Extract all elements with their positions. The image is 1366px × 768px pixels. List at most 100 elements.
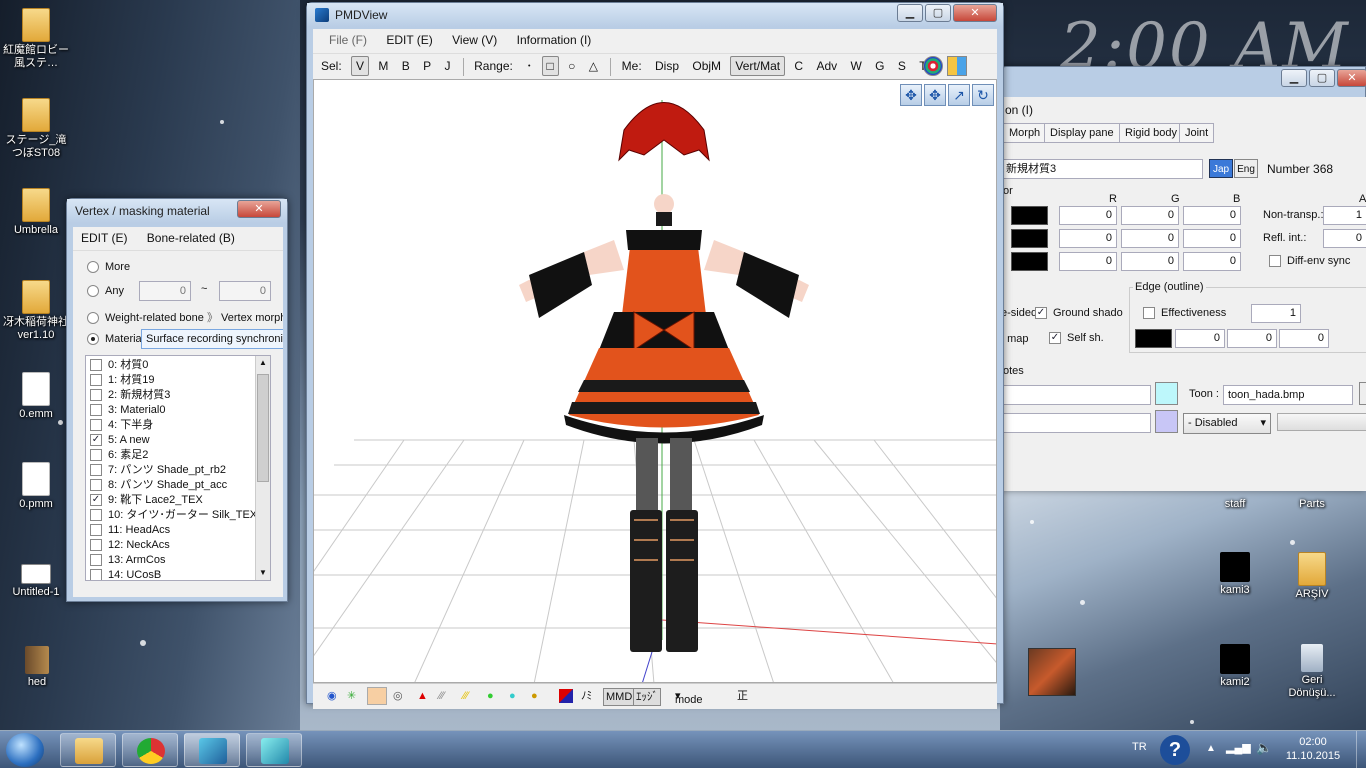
close-button[interactable]: ✕ xyxy=(1337,69,1366,87)
scroll-down-icon[interactable]: ▼ xyxy=(257,567,269,579)
coordinate-toggle-icon[interactable] xyxy=(923,56,943,76)
checkbox-box[interactable] xyxy=(90,404,102,417)
edge-color-swatch[interactable] xyxy=(1135,329,1172,348)
taskbar-chrome[interactable] xyxy=(122,733,178,767)
checkbox-box[interactable] xyxy=(90,419,102,432)
me-vertmat-button[interactable]: Vert/Mat xyxy=(730,56,786,76)
desktop-icon-book[interactable]: hed xyxy=(2,646,72,689)
taskbar-explorer[interactable] xyxy=(60,733,116,767)
ambient-b-field[interactable]: 0 xyxy=(1183,252,1241,271)
specular-r-field[interactable]: 0 xyxy=(1059,229,1117,248)
me-s-button[interactable]: S xyxy=(894,56,910,76)
checkbox-box[interactable] xyxy=(90,389,102,402)
normal-icon[interactable]: ✳ xyxy=(347,688,356,704)
rigid-icon[interactable]: ⁄⁄⁄ xyxy=(463,688,469,704)
toon-color-swatch[interactable] xyxy=(1155,382,1178,405)
checkbox-box[interactable] xyxy=(90,464,102,477)
sel-vertex-button[interactable]: V xyxy=(351,56,370,76)
ik-icon[interactable]: ⁄⁄⁄ xyxy=(439,688,445,704)
checkbox-box[interactable] xyxy=(90,554,102,567)
language-indicator[interactable]: TR xyxy=(1132,741,1147,753)
menu-information[interactable]: on (I) xyxy=(1005,99,1033,121)
edge-size-field[interactable]: 1 xyxy=(1251,304,1301,323)
list-item[interactable]: 11: HeadAcs xyxy=(90,523,270,538)
move-axis-icon[interactable]: ✥ xyxy=(924,84,946,106)
checkbox-box[interactable] xyxy=(90,569,102,580)
apply-button[interactable] xyxy=(1277,413,1366,431)
softbody-icon[interactable]: ● xyxy=(531,688,538,704)
range-triangle-button[interactable]: △ xyxy=(585,56,602,76)
taskbar-pmdview[interactable] xyxy=(184,733,240,767)
ambient-g-field[interactable]: 0 xyxy=(1121,252,1179,271)
sphere-field[interactable] xyxy=(1001,413,1151,433)
wire-icon[interactable] xyxy=(367,687,387,705)
range-circle-button[interactable]: ○ xyxy=(564,56,579,76)
avatar-thumbnail[interactable] xyxy=(1028,648,1076,696)
edge-r-field[interactable]: 0 xyxy=(1175,329,1225,348)
list-item[interactable]: 8: パンツ Shade_pt_acc xyxy=(90,478,270,493)
sphere-color-swatch[interactable] xyxy=(1155,410,1178,433)
list-item[interactable]: 14: UCosB xyxy=(90,568,270,580)
desktop-icon-file[interactable]: 0.pmm xyxy=(1,462,71,511)
radio-weight-bone[interactable]: Weight-related bone 》 Vertex morph xyxy=(87,309,283,325)
lang-eng-toggle[interactable]: Eng xyxy=(1234,159,1258,178)
checkbox-box[interactable] xyxy=(90,509,102,522)
me-objm-button[interactable]: ObjM xyxy=(688,56,725,76)
diff-env-sync-checkbox[interactable]: Diff-env sync xyxy=(1269,255,1350,268)
specular-b-field[interactable]: 0 xyxy=(1183,229,1241,248)
desktop-icon-folder[interactable]: ステージ_滝つぼST08 xyxy=(1,98,71,160)
checkbox-box[interactable] xyxy=(90,374,102,387)
taskbar-mmd[interactable] xyxy=(246,733,302,767)
list-item[interactable]: ✓ 9: 靴下 Lace2_TEX xyxy=(90,493,270,508)
checkbox-box[interactable] xyxy=(90,449,102,462)
desktop-icon-folder[interactable]: 紅魔館ロビー風ステ… xyxy=(1,8,71,70)
menu-edit[interactable]: EDIT (E) xyxy=(378,29,440,51)
minimize-button[interactable]: ▁ xyxy=(897,4,923,22)
taskbar-clock[interactable]: 02:00 11.10.2015 xyxy=(1280,735,1346,763)
refl-int-field[interactable]: 0 xyxy=(1323,229,1366,248)
minimize-button[interactable]: ▁ xyxy=(1281,69,1307,87)
menu-file[interactable]: File (F) xyxy=(321,29,375,51)
material-name-field[interactable]: 新規材質3 xyxy=(1001,159,1203,179)
diffuse-r-field[interactable]: 0 xyxy=(1059,206,1117,225)
texture-field[interactable] xyxy=(1001,385,1151,405)
desktop-icon-folder[interactable]: 冴木稲荷神社 ver1.10 xyxy=(1,280,71,342)
list-item[interactable]: 2: 新規材質3 xyxy=(90,388,270,403)
grid-toggle-icon[interactable] xyxy=(947,56,967,76)
desktop-icon-recycle-bin[interactable]: Geri Dönüşü... xyxy=(1277,644,1347,700)
me-c-button[interactable]: C xyxy=(790,56,807,76)
tab-display-pane[interactable]: Display pane xyxy=(1044,123,1120,143)
bone-icon[interactable]: ▲ xyxy=(417,688,428,704)
list-item[interactable]: 7: パンツ Shade_pt_rb2 xyxy=(90,463,270,478)
range-point-button[interactable]: ･ xyxy=(522,56,536,76)
any-from-field[interactable]: 0 xyxy=(139,281,191,301)
tab-rigid-body[interactable]: Rigid body xyxy=(1119,123,1183,143)
checkbox-box[interactable] xyxy=(90,479,102,492)
list-item[interactable]: ✓ 5: A new xyxy=(90,433,270,448)
mode-dropdown[interactable]: mode ▾ xyxy=(675,688,703,706)
toon-field[interactable]: toon_hada.bmp xyxy=(1223,385,1353,405)
maximize-button[interactable]: ▢ xyxy=(1309,69,1335,87)
desktop-icon-parts[interactable]: Parts xyxy=(1277,498,1347,511)
checkbox-box[interactable] xyxy=(90,359,102,372)
desktop-icon-file[interactable]: Untitled-1 xyxy=(1,556,71,599)
non-transp-field[interactable]: 1 xyxy=(1323,206,1366,225)
tray-arrow-icon[interactable]: ▲ xyxy=(1206,743,1216,754)
checkbox-box[interactable]: ✓ xyxy=(90,434,102,447)
material-checklist[interactable]: 0: 材質0 1: 材質19 2: 新規材質3 3: Material0 4: 下半身 ✓… xyxy=(85,355,271,581)
show-desktop-button[interactable] xyxy=(1356,731,1366,768)
radio-any[interactable]: Any xyxy=(87,285,124,298)
scroll-up-icon[interactable]: ▲ xyxy=(257,357,269,369)
sel-physics-button[interactable]: P xyxy=(419,56,435,76)
lang-jap-toggle[interactable]: Jap xyxy=(1209,159,1233,178)
me-adv-button[interactable]: Adv xyxy=(812,56,841,76)
center-icon[interactable]: ◎ xyxy=(393,688,403,704)
list-scrollbar[interactable]: ▲ ▼ xyxy=(255,356,270,580)
specular-color-swatch[interactable] xyxy=(1011,229,1048,248)
checkbox-box[interactable] xyxy=(90,524,102,537)
edge-b-field[interactable]: 0 xyxy=(1279,329,1329,348)
list-item[interactable]: 12: NeckAcs xyxy=(90,538,270,553)
joint-icon[interactable]: ● xyxy=(509,688,516,704)
volume-icon[interactable]: 🔈 xyxy=(1256,740,1272,756)
ground-shadow-checkbox[interactable]: ✓ Ground shado xyxy=(1035,307,1123,320)
